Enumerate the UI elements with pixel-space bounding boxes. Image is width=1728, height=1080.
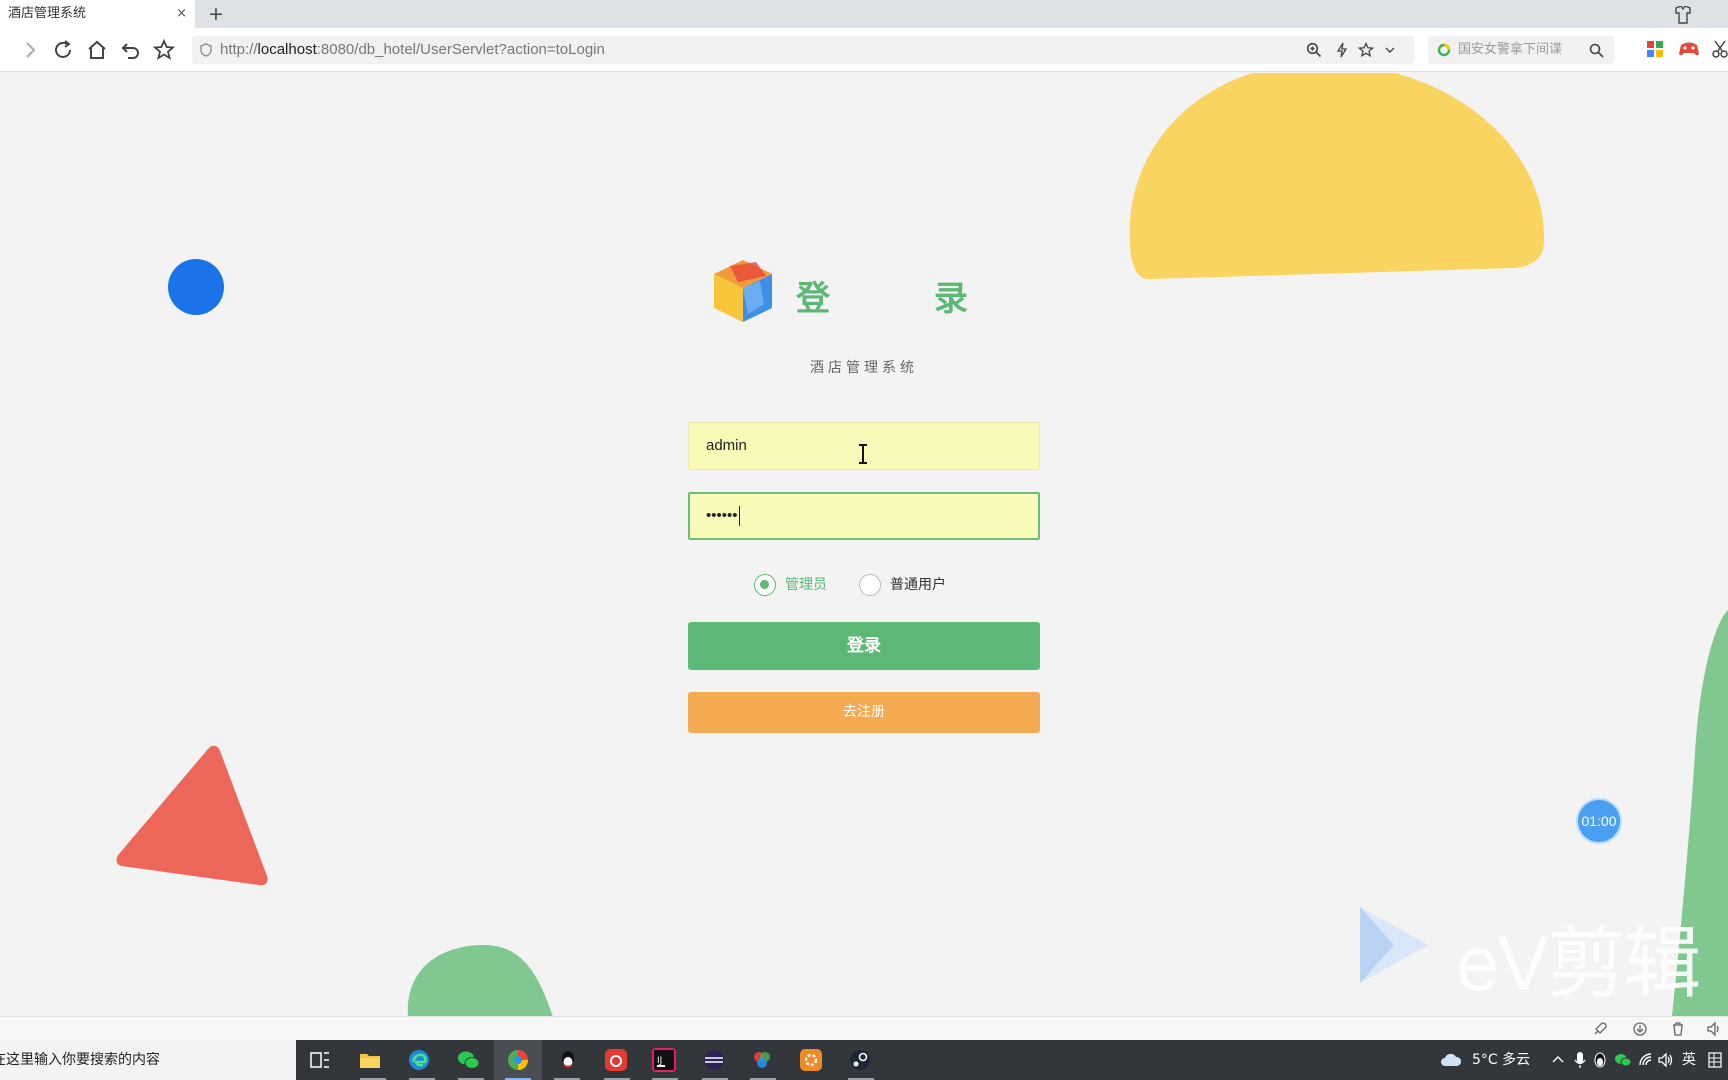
- undo-icon[interactable]: [119, 38, 143, 62]
- volume-icon[interactable]: [1658, 1052, 1674, 1068]
- address-bar[interactable]: http://localhost:8080/db_hotel/UserServl…: [192, 36, 1414, 64]
- eclipse-icon[interactable]: [702, 1048, 726, 1072]
- role-radio-group: 管理员 普通用户: [688, 572, 1040, 598]
- search-engine-icon: [1437, 43, 1451, 57]
- url-host: localhost: [257, 41, 317, 58]
- bookmark-star-icon[interactable]: [152, 38, 176, 62]
- svg-text:IJ: IJ: [657, 1056, 662, 1066]
- search-icon[interactable]: [1589, 43, 1604, 58]
- edge-browser-icon[interactable]: [407, 1048, 431, 1072]
- red-triangle-shape: [116, 745, 268, 886]
- netease-music-icon[interactable]: [604, 1048, 628, 1072]
- radio-unselected-icon[interactable]: [859, 574, 881, 596]
- text-cursor-icon: [859, 444, 867, 464]
- timer-badge[interactable]: 01:00: [1576, 798, 1622, 844]
- task-view-icon[interactable]: [308, 1048, 332, 1072]
- os-taskbar: 在这里输入你要搜索的内容 IJ 5°C 多云 英: [0, 1040, 1728, 1080]
- password-input[interactable]: ••••••: [688, 492, 1040, 540]
- taskbar-search-text: 在这里输入你要搜索的内容: [0, 1052, 160, 1068]
- login-title: 登 录: [796, 279, 1014, 319]
- browser-toolbar: http://localhost:8080/db_hotel/UserServl…: [0, 28, 1728, 72]
- photos-icon[interactable]: [750, 1048, 774, 1072]
- lightning-icon[interactable]: [1334, 42, 1350, 58]
- keyboard-grid-icon[interactable]: [1708, 1052, 1722, 1068]
- browser-360-icon[interactable]: [506, 1048, 530, 1072]
- tab-close-icon[interactable]: ×: [176, 0, 187, 28]
- home-icon[interactable]: [85, 38, 109, 62]
- role-user-label: 普通用户: [890, 577, 946, 593]
- download-icon[interactable]: [1632, 1021, 1648, 1037]
- shirt-icon[interactable]: [1668, 6, 1728, 24]
- game-icon[interactable]: [1678, 39, 1700, 59]
- wechat-tray-icon[interactable]: [1614, 1052, 1632, 1068]
- blue-circle-shape: [168, 259, 224, 315]
- forward-icon[interactable]: [18, 38, 42, 62]
- settings-gear-app-icon[interactable]: [799, 1048, 823, 1072]
- qq-icon[interactable]: [556, 1048, 580, 1072]
- system-subtitle: 酒店管理系统: [810, 360, 918, 376]
- microphone-icon[interactable]: [1574, 1051, 1586, 1069]
- url-path: :8080/db_hotel/UserServlet?action=toLogi…: [316, 41, 605, 58]
- intellij-icon[interactable]: IJ: [652, 1048, 676, 1072]
- ime-indicator[interactable]: 英: [1682, 1040, 1696, 1080]
- chevron-down-icon[interactable]: [1384, 44, 1396, 56]
- wifi-icon[interactable]: [1638, 1052, 1654, 1068]
- weather-text[interactable]: 5°C 多云: [1472, 1040, 1530, 1080]
- role-admin-label: 管理员: [785, 577, 827, 593]
- speaker-icon[interactable]: [1706, 1021, 1722, 1037]
- app-logo-cube-icon: [714, 260, 772, 322]
- chevron-up-icon[interactable]: [1552, 1054, 1564, 1064]
- radio-selected-icon[interactable]: [754, 574, 776, 596]
- yellow-semicircle-shape: [1129, 73, 1545, 280]
- steam-icon[interactable]: [848, 1048, 872, 1072]
- password-value: ••••••: [706, 507, 738, 524]
- web-page-viewport: 登 录 酒店管理系统 admin •••••• 管理员 普通用户 登录 去注册 …: [0, 73, 1728, 1017]
- scissors-icon[interactable]: [1712, 40, 1728, 58]
- zoom-icon[interactable]: [1306, 42, 1322, 58]
- shield-icon: [200, 43, 212, 57]
- decorative-background: [116, 73, 1728, 1017]
- text-caret: [738, 506, 740, 527]
- cloud-weather-icon[interactable]: [1440, 1051, 1462, 1067]
- qq-tray-icon[interactable]: [1592, 1051, 1608, 1069]
- wechat-icon[interactable]: [456, 1048, 480, 1072]
- new-tab-button[interactable]: +: [208, 0, 224, 28]
- search-placeholder: 国安女警拿下间谍: [1458, 42, 1563, 57]
- browser-tab-bar: 酒店管理系统 × +: [0, 0, 1728, 28]
- apps-grid-icon[interactable]: [1646, 40, 1664, 58]
- url-scheme: http://: [220, 41, 258, 58]
- browser-tab[interactable]: 酒店管理系统 ×: [0, 0, 195, 28]
- login-button[interactable]: 登录: [688, 622, 1040, 670]
- favorite-star-icon[interactable]: [1358, 42, 1374, 58]
- reload-icon[interactable]: [51, 38, 75, 62]
- file-explorer-icon[interactable]: [358, 1048, 382, 1072]
- username-value: admin: [706, 437, 747, 454]
- green-blob-bottom-shape: [407, 944, 553, 1017]
- rocket-icon[interactable]: [1592, 1021, 1608, 1037]
- role-option-admin[interactable]: 管理员: [754, 572, 827, 598]
- trash-icon[interactable]: [1670, 1021, 1686, 1037]
- browser-status-bar: [0, 1016, 1728, 1040]
- register-button[interactable]: 去注册: [688, 692, 1040, 733]
- tab-title: 酒店管理系统: [8, 6, 87, 21]
- taskbar-search-box[interactable]: 在这里输入你要搜索的内容: [0, 1040, 296, 1080]
- role-option-user[interactable]: 普通用户: [859, 572, 946, 598]
- play-logo-icon: [1360, 907, 1428, 983]
- watermark-text: eV剪辑: [1456, 919, 1701, 1007]
- browser-search-box[interactable]: 国安女警拿下间谍: [1428, 36, 1614, 64]
